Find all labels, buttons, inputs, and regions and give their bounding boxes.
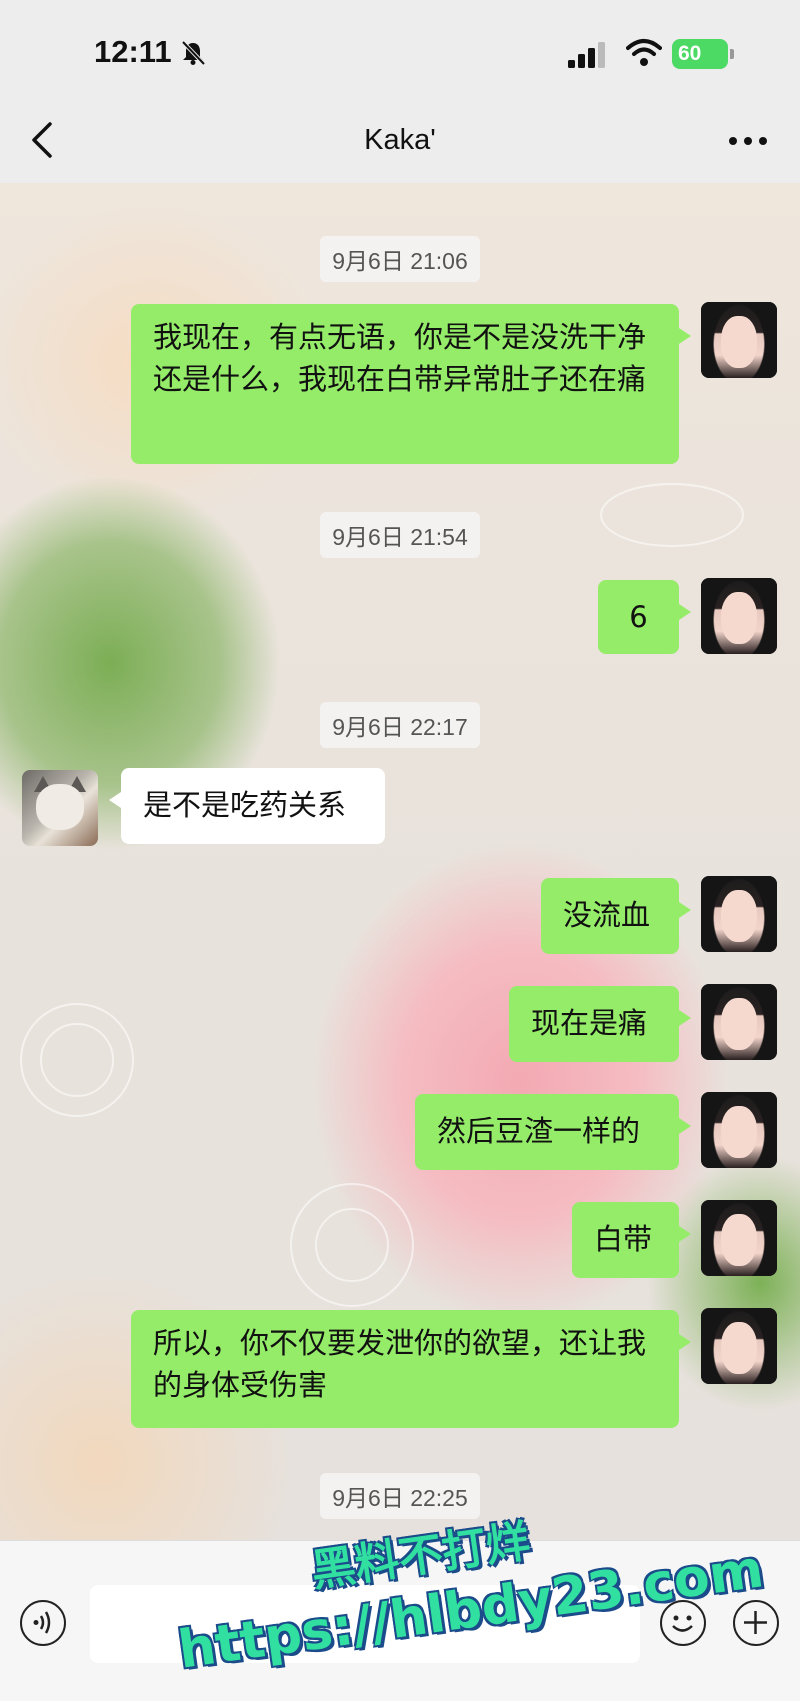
my-avatar[interactable] — [701, 984, 777, 1060]
timestamp: 9月6日 21:06 — [0, 236, 800, 282]
timestamp: 9月6日 22:25 — [0, 1473, 800, 1519]
my-avatar[interactable] — [701, 1308, 777, 1384]
my-avatar[interactable] — [701, 876, 777, 952]
my-avatar[interactable] — [701, 578, 777, 654]
wifi-icon — [626, 39, 662, 66]
battery-level: 60 — [678, 42, 702, 65]
contact-avatar[interactable] — [22, 770, 98, 846]
message-bubble[interactable]: 白带 — [572, 1202, 691, 1278]
timestamp: 9月6日 22:17 — [0, 702, 800, 748]
message-bubble[interactable]: 现在是痛 — [509, 986, 691, 1062]
my-avatar[interactable] — [701, 302, 777, 378]
voice-icon — [33, 1611, 51, 1634]
message-bubble[interactable]: 是不是吃药关系 — [109, 768, 385, 844]
my-avatar[interactable] — [701, 1092, 777, 1168]
message-bubble[interactable]: 所以，你不仅要发泄你的欲望，还让我的身体受伤害 — [131, 1310, 691, 1428]
message-bubble[interactable]: 然后豆渣一样的 — [415, 1094, 691, 1170]
voice-input-button[interactable] — [20, 1600, 66, 1646]
message-bubble[interactable]: 没流血 — [541, 878, 691, 954]
status-time: 12:11 — [94, 34, 172, 69]
more-options-icon[interactable] — [728, 136, 768, 146]
chat-title: Kaka' — [364, 124, 436, 156]
message-bubble[interactable]: 6 — [598, 580, 691, 654]
message-bubble[interactable]: 我现在，有点无语，你是不是没洗干净还是什么，我现在白带异常肚子还在痛 — [131, 304, 691, 464]
mute-bell-icon — [181, 40, 206, 66]
top-bar: 12:11 60 Kaka' — [0, 0, 800, 183]
my-avatar[interactable] — [701, 1200, 777, 1276]
battery-icon: 60 — [672, 39, 734, 69]
signal-icon — [568, 42, 605, 68]
plus-icon — [744, 1611, 767, 1634]
more-actions-button[interactable] — [733, 1600, 779, 1646]
timestamp: 9月6日 21:54 — [0, 512, 800, 558]
